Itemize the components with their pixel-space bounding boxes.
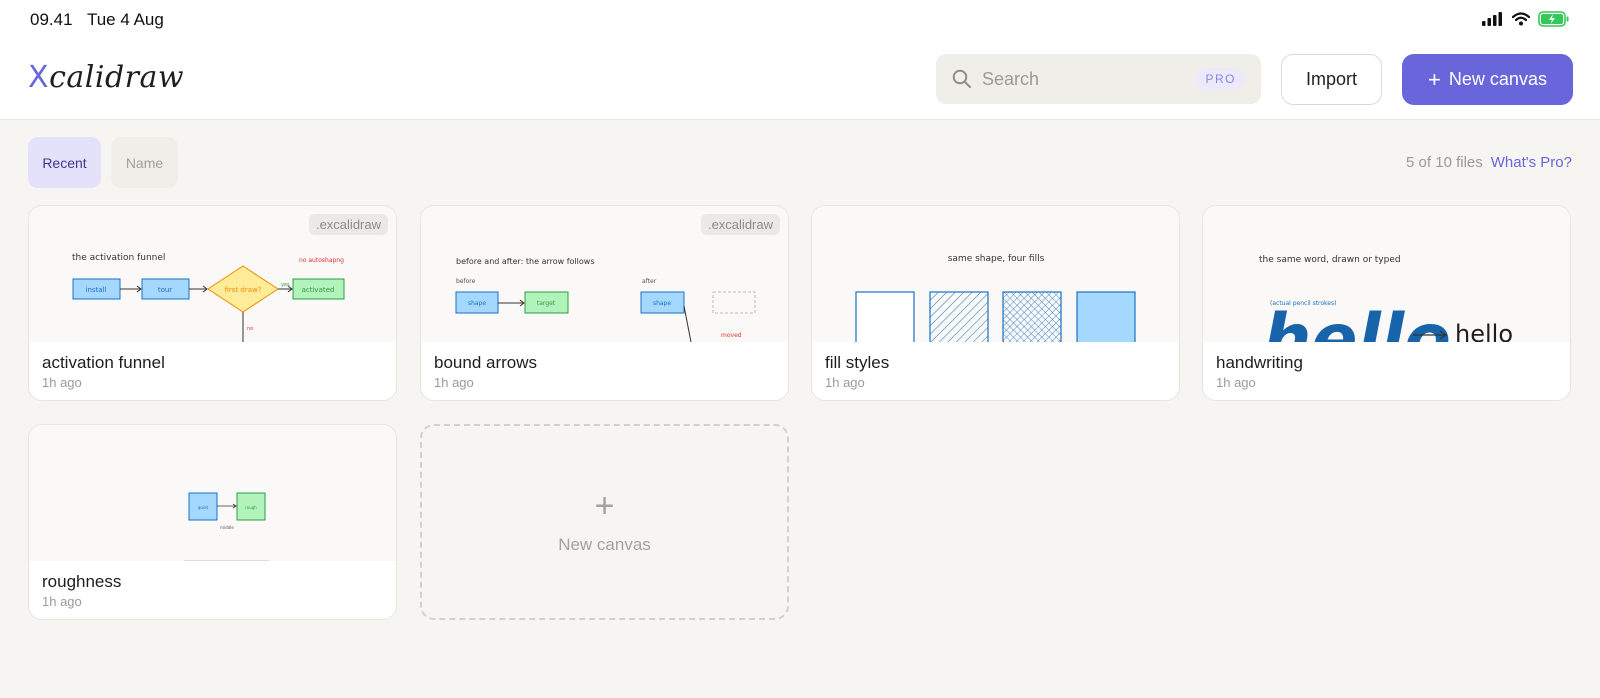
thumb-heading: the same word, drawn or typed: [1259, 255, 1401, 265]
thumb-node-shape: shape: [468, 300, 486, 307]
canvas-card-activation-funnel[interactable]: the activation funnel no autoshapng inst…: [28, 205, 397, 401]
pro-badge: PRO: [1196, 68, 1245, 90]
thumb-drawn-hello: hello: [1263, 300, 1451, 342]
import-button[interactable]: Import: [1281, 54, 1382, 105]
thumb-heading: same shape, four fills: [948, 254, 1045, 264]
sort-name-tab[interactable]: Name: [111, 137, 178, 188]
plus-icon: +: [594, 487, 615, 525]
search-icon: [952, 69, 971, 88]
thumb-note: no autoshapng: [299, 257, 344, 264]
card-timestamp: 1h ago: [434, 375, 474, 390]
wifi-icon: [1512, 12, 1530, 26]
thumb-node-shape-after: shape: [653, 300, 671, 307]
sort-recent-tab[interactable]: Recent: [28, 137, 101, 188]
app-logo: Xcalidraw: [28, 60, 184, 95]
search-field[interactable]: Search PRO: [936, 54, 1261, 104]
new-canvas-card-label: New canvas: [558, 535, 651, 554]
thumb-moved: moved: [721, 332, 742, 339]
thumb-node-rough: rough: [245, 505, 257, 510]
whats-pro-link[interactable]: What's Pro?: [1491, 154, 1572, 171]
thumb-node-activated: activated: [302, 286, 335, 294]
new-canvas-button[interactable]: + New canvas: [1402, 54, 1573, 105]
canvas-thumbnail: quiet rough middle: [29, 425, 396, 561]
card-timestamp: 1h ago: [42, 375, 82, 390]
thumb-node-tour: tour: [158, 286, 172, 294]
canvas-thumbnail: same shape, four fills: [812, 206, 1179, 342]
file-type-badge: .excalidraw: [700, 214, 780, 235]
files-count: 5 of 10 files: [1406, 154, 1483, 171]
thumb-node-quiet: quiet: [198, 505, 209, 510]
thumb-heading: the activation funnel: [72, 253, 165, 263]
thumb-node-first-draw: first draw?: [225, 286, 262, 294]
card-timestamp: 1h ago: [1216, 375, 1256, 390]
card-title: activation funnel: [42, 353, 165, 372]
card-timestamp: 1h ago: [42, 594, 82, 609]
cellular-signal-icon: [1482, 12, 1502, 26]
top-bar: 09.41 Tue 4 Aug Xcalidraw Search PRO Imp…: [0, 0, 1600, 120]
thumb-no: no: [247, 326, 253, 332]
thumb-yes: yes: [281, 282, 290, 288]
thumb-typed-hello: hello: [1455, 320, 1513, 342]
canvas-thumbnail: the same word, drawn or typed (actual pe…: [1203, 206, 1570, 342]
status-time: 09.41 Tue 4 Aug: [30, 10, 174, 30]
date: Tue 4 Aug: [86, 10, 164, 29]
thumb-heading: before and after: the arrow follows: [456, 257, 594, 266]
thumb-node-install: install: [86, 286, 107, 294]
thumb-caption: middle: [220, 525, 234, 530]
card-title: handwriting: [1216, 353, 1303, 372]
card-title: roughness: [42, 572, 122, 591]
card-timestamp: 1h ago: [825, 375, 865, 390]
logo-text: calidraw: [49, 60, 185, 95]
card-title: bound arrows: [434, 353, 538, 372]
canvas-card-roughness[interactable]: quiet rough middle roughness 1h ago: [28, 424, 397, 620]
card-title: fill styles: [825, 353, 890, 372]
thumb-node-target: target: [537, 300, 556, 307]
clock: 09.41: [30, 10, 73, 29]
canvas-card-handwriting[interactable]: the same word, drawn or typed (actual pe…: [1202, 205, 1571, 401]
file-type-badge: .excalidraw: [308, 214, 388, 235]
logo-x: X: [28, 60, 50, 95]
files-info: 5 of 10 files What's Pro?: [1406, 154, 1572, 171]
thumb-after: after: [642, 278, 657, 285]
canvas-card-fill-styles[interactable]: same shape, four fills fill styles 1h ag…: [811, 205, 1180, 401]
search-placeholder: Search: [982, 68, 1040, 89]
battery-charging-icon: [1538, 11, 1569, 27]
thumb-before: before: [456, 278, 476, 285]
status-icons: [1482, 10, 1570, 28]
plus-icon: +: [1428, 66, 1441, 92]
new-canvas-label: New canvas: [1448, 69, 1547, 89]
new-canvas-card[interactable]: + New canvas: [420, 424, 789, 620]
canvas-card-bound-arrows[interactable]: before and after: the arrow follows befo…: [420, 205, 789, 401]
